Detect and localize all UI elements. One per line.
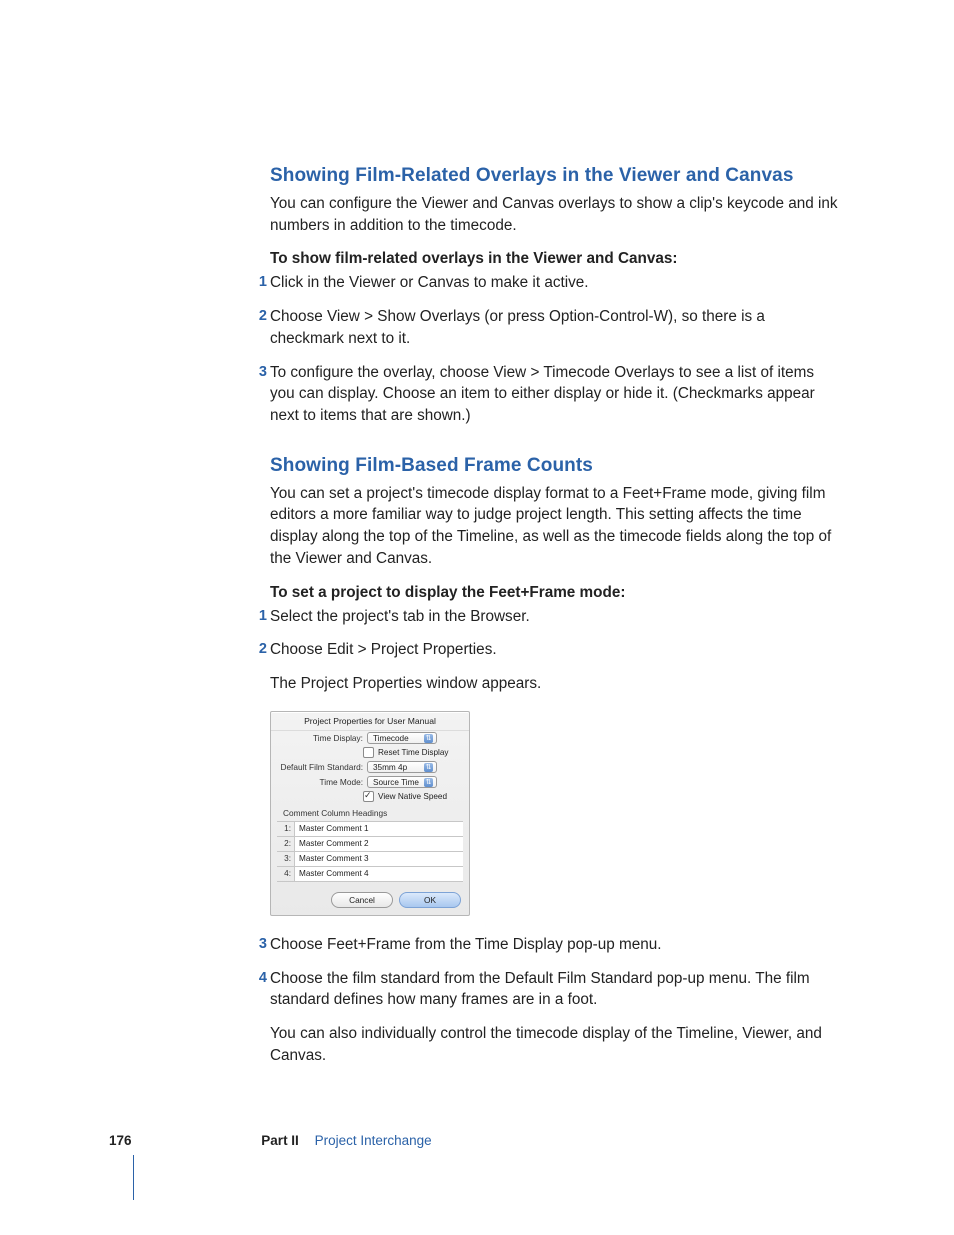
step-text: Choose Feet+Frame from the Time Display … <box>270 936 662 953</box>
dialog-title: Project Properties for User Manual <box>271 712 469 731</box>
comment-num: 3: <box>277 852 295 866</box>
page-number: 176 <box>109 1133 132 1148</box>
section2-procedure-title: To set a project to display the Feet+Fra… <box>270 584 840 602</box>
film-standard-label: Default Film Standard: <box>277 762 367 772</box>
section2-after-step2: The Project Properties window appears. <box>270 673 840 695</box>
ok-button[interactable]: OK <box>399 892 461 908</box>
comment-num: 4: <box>277 867 295 881</box>
step-text: Choose the film standard from the Defaul… <box>270 970 810 1009</box>
page-footer: 176 Part II Project Interchange <box>109 1133 839 1148</box>
row-reset-time-display: Reset Time Display <box>271 746 469 760</box>
section2-step-2: 2 Choose Edit > Project Properties. <box>270 639 840 661</box>
section2-step-3: 3 Choose Feet+Frame from the Time Displa… <box>270 934 840 956</box>
step-text: Choose Edit > Project Properties. <box>270 641 497 658</box>
comment-row: 3: Master Comment 3 <box>277 852 463 867</box>
comment-row: 2: Master Comment 2 <box>277 837 463 852</box>
section1-step-3: 3 To configure the overlay, choose View … <box>270 362 840 427</box>
comment-field[interactable]: Master Comment 4 <box>295 867 463 881</box>
step-number: 1 <box>253 606 267 627</box>
view-native-speed-label: View Native Speed <box>378 792 447 801</box>
comment-headings-label: Comment Column Headings <box>271 804 469 821</box>
comment-field[interactable]: Master Comment 1 <box>295 822 463 836</box>
step-text: Select the project's tab in the Browser. <box>270 608 530 625</box>
step-number: 3 <box>253 934 267 955</box>
section1-procedure-title: To show film-related overlays in the Vie… <box>270 250 840 268</box>
section-heading-overlays: Showing Film-Related Overlays in the Vie… <box>270 165 840 187</box>
step-number: 1 <box>253 272 267 293</box>
comment-row: 4: Master Comment 4 <box>277 867 463 882</box>
page: Showing Film-Related Overlays in the Vie… <box>0 0 954 1235</box>
step-number: 2 <box>253 306 267 327</box>
footer-chapter: Project Interchange <box>315 1133 432 1148</box>
step-text: Choose View > Show Overlays (or press Op… <box>270 308 765 347</box>
film-standard-value: 35mm 4p <box>373 763 407 772</box>
chevron-updown-icon: ⇅ <box>424 734 433 743</box>
footer-part: Part II <box>261 1133 299 1148</box>
step-number: 3 <box>253 362 267 383</box>
section2-tail: You can also individually control the ti… <box>270 1023 840 1066</box>
dialog-buttons: Cancel OK <box>271 886 469 915</box>
step-text: Click in the Viewer or Canvas to make it… <box>270 274 589 291</box>
film-standard-popup[interactable]: 35mm 4p ⇅ <box>367 761 437 773</box>
section1-step-2: 2 Choose View > Show Overlays (or press … <box>270 306 840 349</box>
chevron-updown-icon: ⇅ <box>424 778 433 787</box>
footer-rule <box>133 1155 134 1200</box>
project-properties-dialog: Project Properties for User Manual Time … <box>270 711 470 916</box>
section2-intro: You can set a project's timecode display… <box>270 483 840 570</box>
step-text: To configure the overlay, choose View > … <box>270 364 815 424</box>
section2-step-4: 4 Choose the film standard from the Defa… <box>270 968 840 1011</box>
reset-time-display-checkbox[interactable] <box>363 747 374 758</box>
comment-field[interactable]: Master Comment 2 <box>295 837 463 851</box>
row-view-native-speed: View Native Speed <box>271 790 469 804</box>
row-film-standard: Default Film Standard: 35mm 4p ⇅ <box>271 760 469 775</box>
comment-num: 2: <box>277 837 295 851</box>
cancel-button[interactable]: Cancel <box>331 892 393 908</box>
time-display-label: Time Display: <box>277 733 367 743</box>
time-mode-value: Source Time <box>373 778 419 787</box>
comment-field[interactable]: Master Comment 3 <box>295 852 463 866</box>
content-area: Showing Film-Related Overlays in the Vie… <box>270 165 840 1082</box>
section1-step-1: 1 Click in the Viewer or Canvas to make … <box>270 272 840 294</box>
view-native-speed-checkbox[interactable] <box>363 791 374 802</box>
step-number: 2 <box>253 639 267 660</box>
row-time-display: Time Display: Timecode ⇅ <box>271 731 469 746</box>
comment-table: 1: Master Comment 1 2: Master Comment 2 … <box>277 821 463 882</box>
comment-num: 1: <box>277 822 295 836</box>
row-time-mode: Time Mode: Source Time ⇅ <box>271 775 469 790</box>
section2-step-1: 1 Select the project's tab in the Browse… <box>270 606 840 628</box>
chevron-updown-icon: ⇅ <box>424 763 433 772</box>
time-mode-popup[interactable]: Source Time ⇅ <box>367 776 437 788</box>
time-display-value: Timecode <box>373 734 409 743</box>
step-number: 4 <box>253 968 267 989</box>
section2: Showing Film-Based Frame Counts You can … <box>270 455 840 1067</box>
comment-row: 1: Master Comment 1 <box>277 822 463 837</box>
section1-intro: You can configure the Viewer and Canvas … <box>270 193 840 236</box>
time-mode-label: Time Mode: <box>277 777 367 787</box>
section-heading-framecounts: Showing Film-Based Frame Counts <box>270 455 840 477</box>
time-display-popup[interactable]: Timecode ⇅ <box>367 732 437 744</box>
reset-time-display-label: Reset Time Display <box>378 748 449 757</box>
